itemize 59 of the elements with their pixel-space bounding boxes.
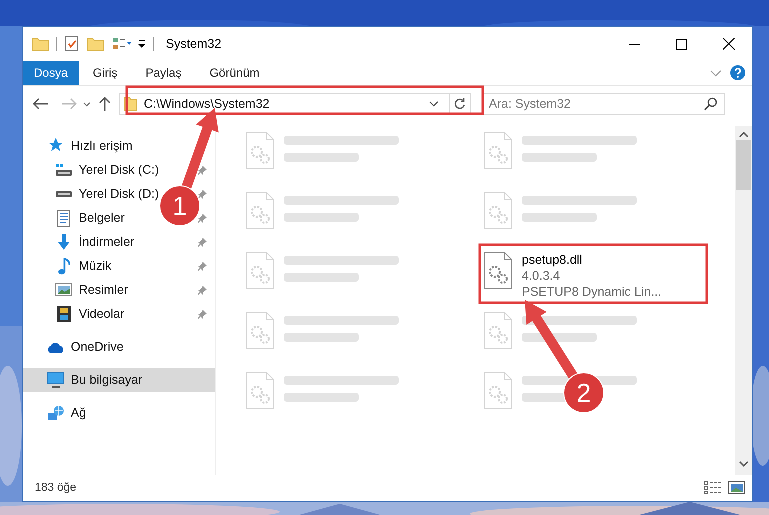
sidebar-item[interactable]: İndirmeler [23, 230, 215, 254]
star-icon [47, 138, 65, 154]
expand-ribbon-icon[interactable] [710, 70, 722, 76]
document-icon [57, 210, 71, 226]
blurred-file-icon [246, 312, 276, 350]
refresh-icon[interactable] [454, 98, 466, 110]
monitor-icon [47, 372, 65, 388]
music-note-icon [58, 258, 70, 274]
scroll-thumb[interactable] [736, 140, 751, 190]
picture-frame-icon [55, 283, 73, 297]
drive-icon [55, 163, 73, 177]
file-detail: PSETUP8 Dynamic Lin... [522, 284, 662, 300]
item-count: 183 öğe [35, 482, 77, 494]
sidebar-item[interactable]: Ağ [23, 401, 215, 425]
help-icon[interactable] [730, 65, 746, 81]
sidebar-item[interactable]: Hızlı erişim [23, 134, 215, 158]
search-field[interactable]: Ara: System32 [482, 93, 725, 115]
sidebar-item[interactable]: Videolar [23, 302, 215, 326]
sidebar-item[interactable]: OneDrive [23, 335, 215, 359]
blurred-file-icon [246, 252, 276, 290]
scroll-up-icon[interactable] [738, 132, 748, 138]
drive-icon [55, 190, 73, 198]
ribbon-tab[interactable]: Giriş [79, 61, 132, 85]
window-title: System32 [166, 37, 222, 51]
close-icon [722, 38, 734, 50]
scroll-down-icon[interactable] [738, 461, 748, 467]
file-detail: 4.0.3.4 [522, 268, 562, 284]
step-number: 1 [160, 186, 200, 226]
sidebar-item[interactable]: Resimler [23, 278, 215, 302]
blurred-file-icon [484, 192, 514, 230]
sidebar-item[interactable]: Müzik [23, 254, 215, 278]
recent-caret-icon[interactable] [83, 102, 91, 106]
network-icon [47, 405, 65, 421]
dropdown-caret-icon[interactable] [429, 101, 439, 107]
blurred-file-icon [484, 372, 514, 410]
blurred-file-icon [246, 132, 276, 170]
step-number: 2 [564, 372, 604, 414]
search-icon[interactable] [704, 97, 718, 111]
up-icon[interactable] [99, 97, 111, 111]
cloud-icon [47, 342, 65, 352]
maximize-icon [676, 38, 687, 50]
blurred-file-icon [246, 192, 276, 230]
ribbon-tab[interactable]: Paylaş [132, 61, 196, 85]
film-strip-icon [57, 306, 71, 322]
blurred-file-icon [484, 132, 514, 170]
details-view-icon[interactable] [704, 481, 722, 495]
back-icon[interactable] [33, 98, 49, 110]
address-bar[interactable]: C:\Windows\System32 [119, 93, 471, 115]
ribbon-tab[interactable]: Görünüm [196, 61, 274, 85]
blurred-file-icon [246, 372, 276, 410]
download-arrow-icon [57, 234, 71, 250]
dll-file-icon[interactable] [484, 252, 514, 290]
large-icons-view-icon[interactable] [728, 481, 746, 495]
sidebar-item[interactable]: Bu bilgisayar [23, 368, 215, 392]
blurred-file-icon [484, 312, 514, 350]
properties-icon[interactable] [63, 35, 81, 53]
scrollbar[interactable] [735, 126, 752, 475]
file-name[interactable]: psetup8.dll [522, 252, 662, 268]
file-tab[interactable]: Dosya [23, 61, 80, 85]
